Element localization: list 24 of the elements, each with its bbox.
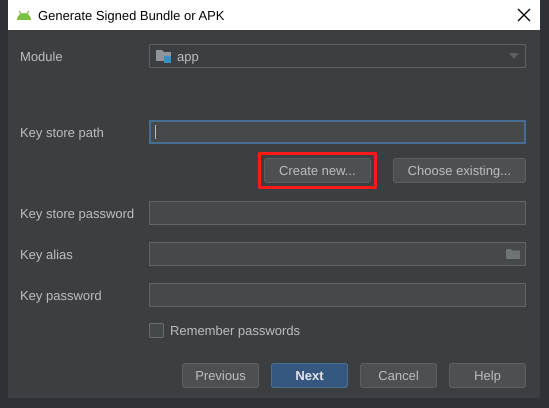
field-label: Module [20,48,63,64]
field-label: Key alias [20,246,73,262]
window-title: Generate Signed Bundle or APK [38,8,226,22]
field-label: Key password [20,288,102,302]
dialog-button[interactable]: Cancel [360,363,437,388]
input-field[interactable] [149,242,526,266]
checkbox[interactable] [149,323,164,338]
module-folder-icon [156,49,172,63]
folder-icon [506,248,521,260]
dropdown-arrow-icon [509,53,519,59]
dialog-button[interactable]: Previous [182,363,259,388]
checkbox-label[interactable]: Remember passwords [170,323,300,338]
field-label: Key store password [20,206,134,220]
input-field[interactable] [149,283,526,307]
field-label: Key store path [20,124,104,140]
module-dropdown[interactable]: app [149,44,526,68]
android-icon [16,10,32,20]
key-store-button[interactable]: Choose existing... [392,158,526,183]
dialog-button[interactable]: Next [271,363,348,388]
input-field[interactable] [149,120,526,144]
close-icon[interactable] [516,7,532,23]
key-store-button[interactable]: Create new... [264,158,371,183]
dialog-button[interactable]: Help [449,363,526,388]
input-field[interactable] [149,201,526,225]
